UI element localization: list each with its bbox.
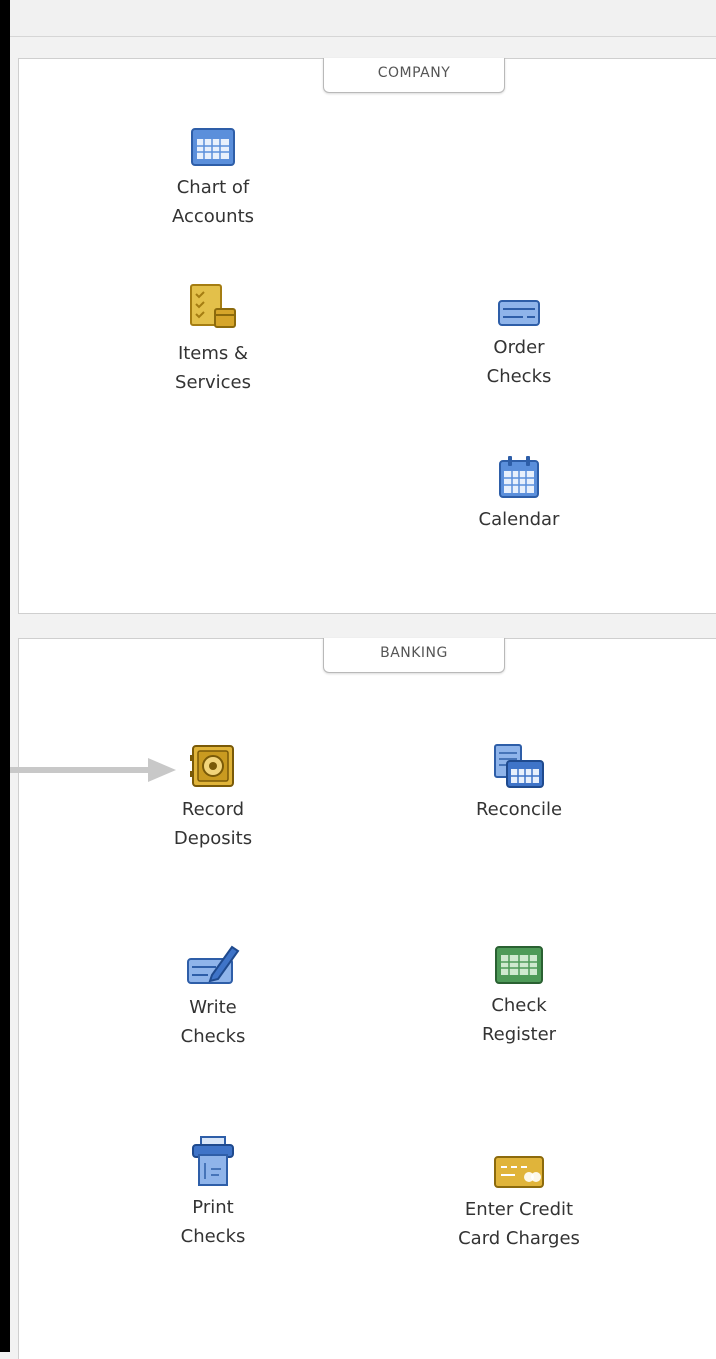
chart-of-accounts-button[interactable]: Chart of Accounts: [133, 127, 293, 231]
top-toolbar-strip: [10, 0, 716, 37]
chart-of-accounts-icon: [191, 128, 235, 166]
write-checks-icon: [187, 945, 240, 984]
window-left-border: [0, 0, 10, 1352]
items-services-button[interactable]: Items & Services: [133, 281, 293, 397]
record-deposits-label: Record Deposits: [173, 799, 253, 849]
flow-arrow-icon: [10, 758, 176, 782]
company-panel: COMPANY Chart of Accounts Items & Servic…: [18, 58, 716, 614]
check-register-label: Check Register: [481, 995, 557, 1045]
order-checks-icon: [498, 300, 540, 326]
print-checks-icon: [192, 1136, 234, 1186]
banking-panel: BANKING Record Deposits Reconcile Write …: [18, 638, 716, 1359]
items-services-icon: [190, 284, 236, 328]
write-checks-button[interactable]: Write Checks: [133, 941, 293, 1051]
order-checks-button[interactable]: Order Checks: [439, 299, 599, 391]
check-register-button[interactable]: Check Register: [439, 945, 599, 1049]
banking-section-tab: BANKING: [323, 638, 505, 673]
check-register-icon: [495, 946, 543, 984]
print-checks-label: Print Checks: [180, 1197, 246, 1247]
safe-icon: [190, 745, 234, 787]
chart-of-accounts-label: Chart of Accounts: [171, 177, 255, 227]
reconcile-label: Reconcile: [475, 799, 563, 820]
company-section-tab: COMPANY: [323, 58, 505, 93]
reconcile-button[interactable]: Reconcile: [439, 743, 599, 824]
calendar-label: Calendar: [478, 509, 560, 530]
order-checks-label: Order Checks: [486, 337, 552, 387]
write-checks-label: Write Checks: [180, 997, 246, 1047]
enter-credit-card-charges-label: Enter Credit Card Charges: [458, 1199, 580, 1249]
calendar-button[interactable]: Calendar: [439, 455, 599, 534]
calendar-icon: [499, 456, 539, 498]
items-services-label: Items & Services: [175, 343, 251, 393]
credit-card-icon: [494, 1156, 544, 1188]
enter-credit-card-charges-button[interactable]: Enter Credit Card Charges: [439, 1155, 599, 1253]
reconcile-icon: [494, 744, 544, 788]
print-checks-button[interactable]: Print Checks: [133, 1135, 293, 1251]
